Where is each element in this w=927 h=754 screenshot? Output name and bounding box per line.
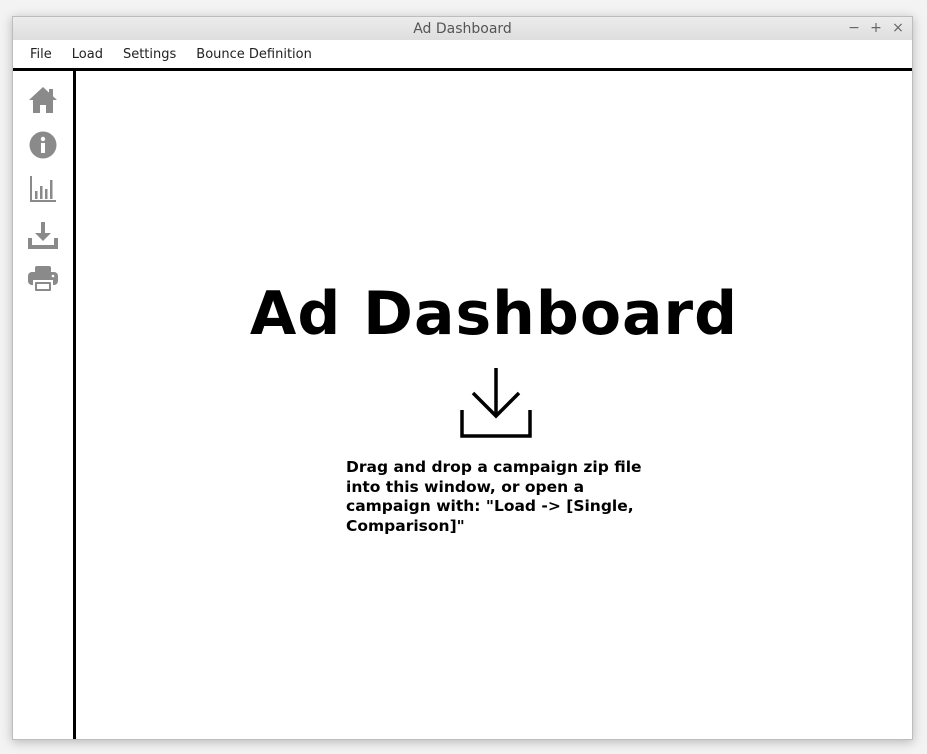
info-icon[interactable] (27, 129, 59, 161)
home-icon[interactable] (27, 84, 59, 116)
main-content[interactable]: Ad Dashboard Drag and drop a campaign zi… (76, 71, 912, 739)
menu-settings[interactable]: Settings (113, 47, 186, 62)
sidebar (13, 71, 76, 739)
maximize-button[interactable]: + (868, 20, 884, 36)
window-title: Ad Dashboard (413, 21, 512, 37)
download-tray-icon (460, 368, 532, 440)
minimize-button[interactable]: − (846, 20, 862, 36)
menu-bar: File Load Settings Bounce Definition (13, 40, 912, 71)
bar-chart-icon[interactable] (27, 173, 59, 205)
menu-bounce-definition[interactable]: Bounce Definition (186, 47, 322, 62)
menu-load[interactable]: Load (62, 47, 113, 62)
menu-file[interactable]: File (20, 47, 62, 62)
app-window: Ad Dashboard − + × File Load Settings Bo… (12, 16, 913, 740)
drop-instructions: Drag and drop a campaign zip file into t… (346, 458, 642, 535)
title-bar[interactable]: Ad Dashboard − + × (13, 17, 912, 41)
download-icon[interactable] (27, 219, 59, 251)
close-button[interactable]: × (890, 20, 906, 36)
page-title: Ad Dashboard (249, 279, 739, 349)
window-controls: − + × (846, 20, 906, 36)
print-icon[interactable] (27, 263, 59, 295)
